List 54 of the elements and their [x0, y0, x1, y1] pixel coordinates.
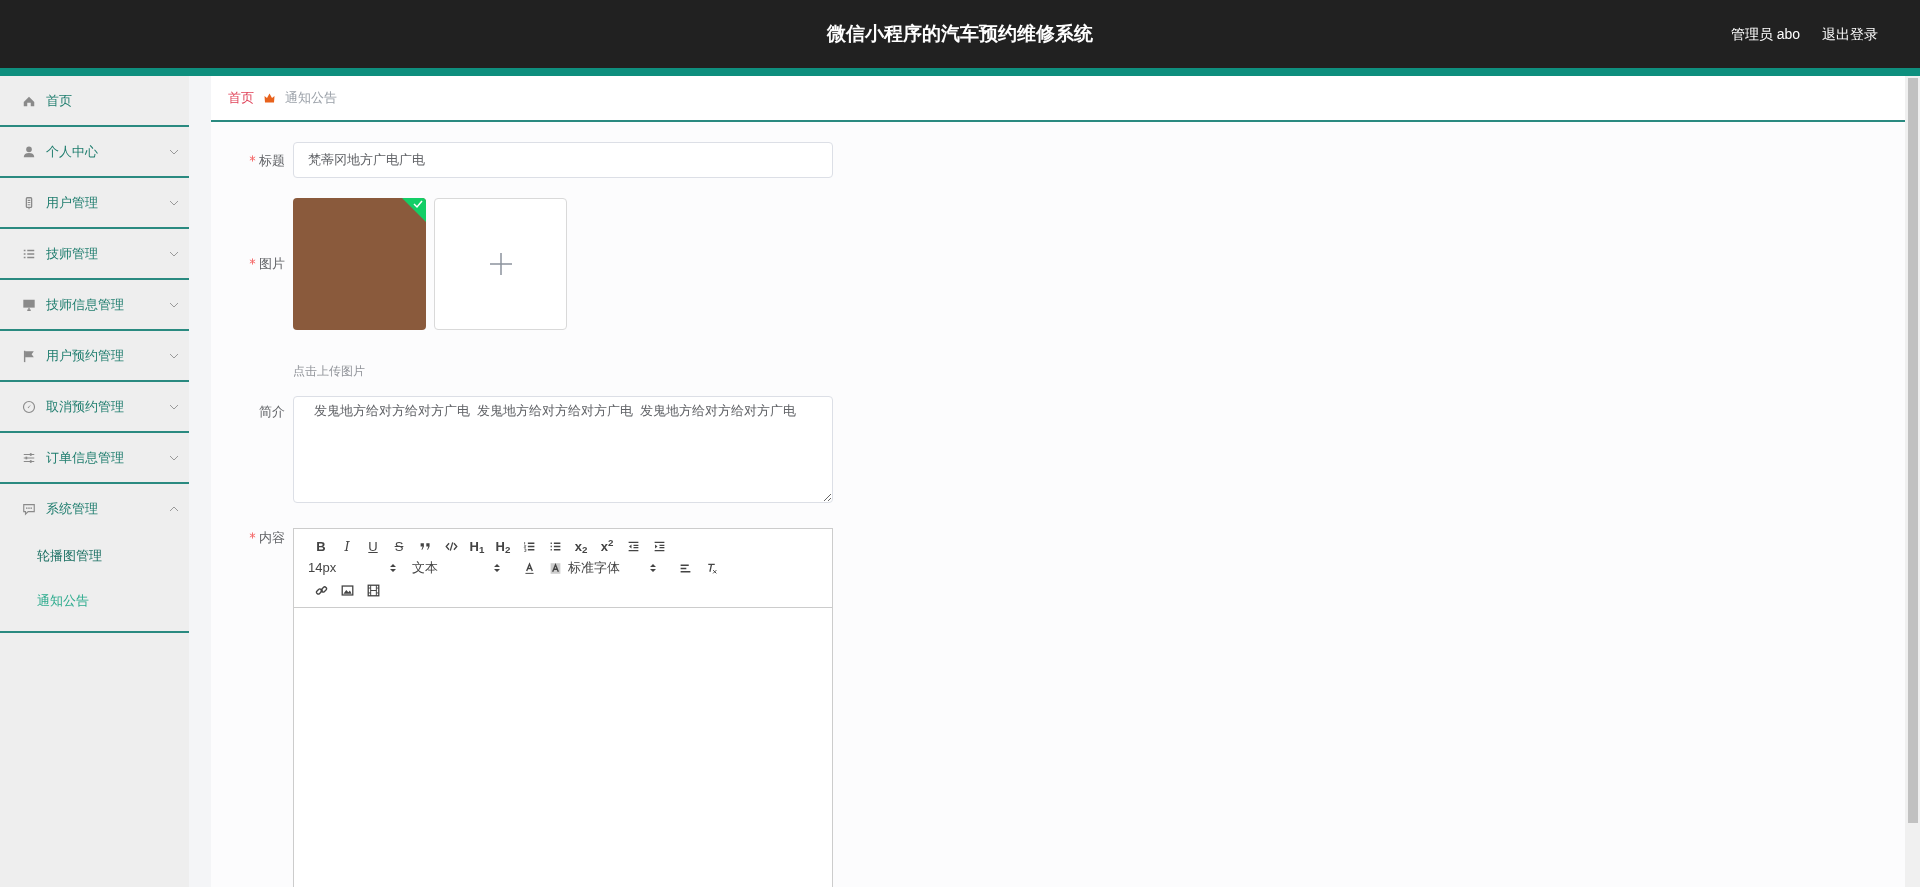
toolbar-dropdown[interactable]: 文本 — [412, 559, 516, 577]
film-icon — [366, 583, 380, 597]
compass-icon — [22, 399, 36, 414]
monitor-icon — [22, 297, 36, 312]
user-icon — [22, 144, 36, 159]
sidebar-item[interactable]: 用户预约管理 — [0, 331, 189, 380]
sidebar-item[interactable]: 取消预约管理 — [0, 382, 189, 431]
field-label: 图片 — [259, 255, 285, 273]
flag-icon — [22, 348, 36, 363]
rich-text-editor[interactable]: B I U S H$_{1}$ H$_{2}$ x$_{2}$ x$^{2}$ 14px 文本 标准字体 — [293, 528, 833, 887]
app-title: 微信小程序的汽车预约维修系统 — [827, 21, 1093, 46]
toolbar-button[interactable]: S — [386, 537, 412, 555]
sidebar-item[interactable]: 个人中心 — [0, 127, 189, 176]
sidebar-item[interactable]: 技师管理 — [0, 229, 189, 278]
toolbar-button[interactable]: H$_{2}$ — [490, 537, 516, 555]
title-input[interactable]: 梵蒂冈地方广电广电 — [293, 142, 833, 178]
sidebar-item[interactable]: 订单信息管理 — [0, 433, 189, 482]
toolbar-button[interactable]: x$_{2}$ — [568, 537, 594, 555]
sidebar-item[interactable]: 首页 — [0, 76, 189, 125]
field-label: 标题 — [259, 152, 285, 170]
text-color-icon — [522, 561, 536, 575]
sidebar-item[interactable]: 用户管理 — [0, 178, 189, 227]
image-icon — [340, 583, 354, 597]
indent-icon — [652, 539, 666, 553]
field-label: 简介 — [259, 403, 285, 421]
outdent-icon — [626, 539, 640, 553]
logout-link[interactable]: 退出登录 — [1822, 23, 1878, 45]
sort-caret-icon — [390, 563, 396, 573]
toolbar-button[interactable]: B — [308, 537, 334, 555]
sidebar-item[interactable]: 技师信息管理 — [0, 280, 189, 329]
chat-icon — [22, 501, 36, 516]
toolbar-button[interactable]: H$_{1}$ — [464, 537, 490, 555]
user-name: 管理员 abo — [1730, 24, 1800, 44]
sidebar-item[interactable]: 系统管理 — [0, 484, 189, 533]
toolbar-dropdown[interactable]: 14px — [308, 559, 412, 577]
toolbar-button[interactable]: I — [334, 537, 360, 555]
link-icon — [314, 583, 328, 597]
sliders-icon — [22, 450, 36, 465]
scrollbar-thumb[interactable] — [1907, 78, 1918, 823]
breadcrumb-link[interactable]: 首页 — [228, 88, 254, 108]
code-icon — [444, 539, 458, 553]
toolbar-dropdown[interactable]: 标准字体 — [568, 559, 672, 577]
sort-caret-icon — [494, 563, 500, 573]
plus-icon — [489, 253, 512, 275]
toolbar-button[interactable]: U — [360, 537, 386, 555]
highlight-icon — [548, 561, 562, 575]
sort-caret-icon — [650, 563, 656, 573]
field-label: 内容 — [259, 529, 285, 547]
submenu-item[interactable]: 轮播图管理 — [0, 533, 189, 578]
numbered-list-icon — [522, 539, 536, 553]
toolbar-button[interactable]: x$^{2}$ — [594, 537, 620, 555]
upload-hint: 点击上传图片 — [293, 363, 366, 380]
intro-textarea[interactable]: 发鬼地方给对方给对方广电 发鬼地方给对方给对方广电 发鬼地方给对方给对方广电 — [293, 396, 833, 503]
crown-icon — [264, 93, 275, 103]
